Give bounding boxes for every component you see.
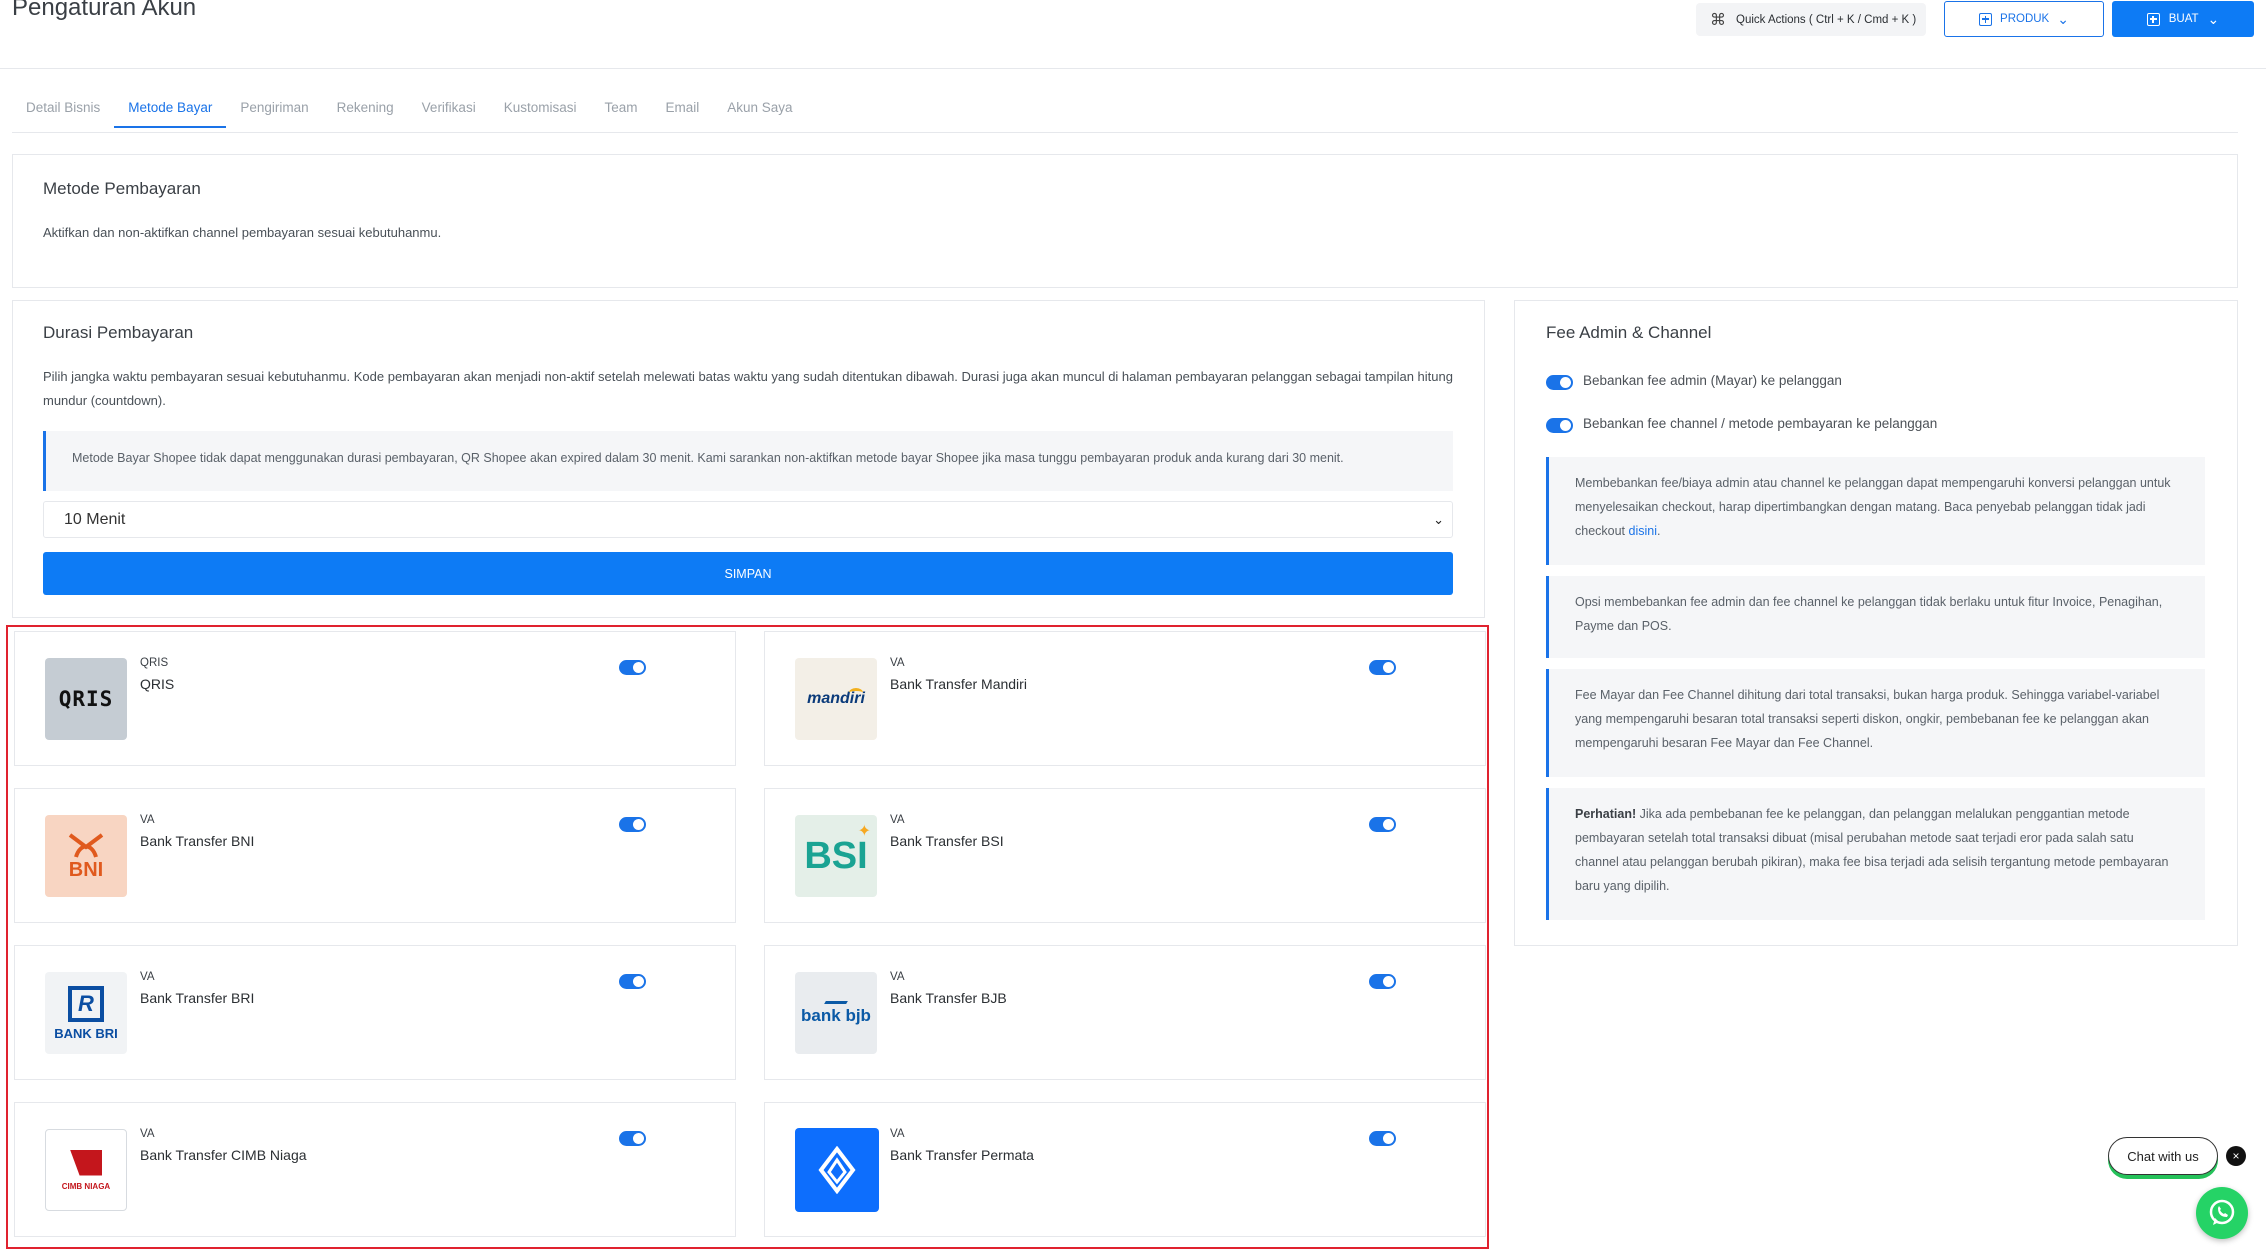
durasi-description: Pilih jangka waktu pembayaran sesuai keb… [43,369,1453,408]
shopee-alert: Metode Bayar Shopee tidak dapat mengguna… [43,431,1453,491]
page-header: Pengaturan Akun ⌘ Quick Actions ( Ctrl +… [0,0,2266,69]
chevron-down-icon: ⌄ [1433,512,1444,527]
tab-metode-bayar[interactable]: Metode Bayar [114,96,227,128]
command-icon: ⌘ [1710,11,1726,29]
highlight-box [6,625,1489,1249]
buat-label: BUAT [2168,13,2199,25]
buat-button[interactable]: BUAT ⌄ [2112,1,2254,37]
chevron-down-icon: ⌄ [2207,11,2220,27]
plus-square-icon [1979,12,1993,26]
quick-actions-button[interactable]: ⌘ Quick Actions ( Ctrl + K / Cmd + K ) [1696,3,1926,36]
chat-with-us-bubble[interactable]: Chat with us [2108,1137,2218,1175]
fee-title: Fee Admin & Channel [1546,323,1712,342]
fee-channel-label: Bebankan fee channel / metode pembayaran… [1583,416,1938,431]
tab-detail-bisnis[interactable]: Detail Bisnis [12,96,114,128]
durasi-title: Durasi Pembayaran [43,323,194,342]
fee-channel-toggle[interactable] [1546,418,1573,433]
durasi-select-value: 10 Menit [64,510,126,528]
fee-admin-label: Bebankan fee admin (Mayar) ke pelanggan [1583,373,1842,388]
simpan-button[interactable]: SIMPAN [43,552,1453,595]
quick-actions-label: Quick Actions ( Ctrl + K / Cmd + K ) [1736,13,1917,26]
fee-note-conversion: Membebankan fee/biaya admin atau channel… [1546,457,2205,565]
tab-team[interactable]: Team [590,96,651,128]
produk-button[interactable]: PRODUK ⌄ [1944,1,2104,37]
metode-pembayaran-card: Metode Pembayaran Aktifkan dan non-aktif… [12,154,2238,288]
durasi-pembayaran-card: Durasi Pembayaran Pilih jangka waktu pem… [12,300,1485,618]
page-title: Pengaturan Akun [12,0,197,21]
fee-note-warning: Perhatian! Jika ada pembebanan fee ke pe… [1546,788,2205,920]
disini-link[interactable]: disini [1629,524,1658,538]
settings-tabs: Detail Bisnis Metode Bayar Pengiriman Re… [12,96,2238,133]
produk-label: PRODUK [2000,13,2050,25]
plus-square-icon [2146,12,2160,26]
metode-pembayaran-description: Aktifkan dan non-aktifkan channel pembay… [43,225,442,240]
whatsapp-button[interactable] [2196,1187,2248,1239]
tab-email[interactable]: Email [652,96,714,128]
whatsapp-icon [2209,1199,2235,1225]
fee-note-conversion-text: Membebankan fee/biaya admin atau channel… [1575,476,2171,538]
fee-note-exception: Opsi membebankan fee admin dan fee chann… [1546,576,2205,658]
durasi-select[interactable]: 10 Menit ⌄ [43,501,1453,538]
close-icon[interactable]: × [2226,1146,2246,1166]
fee-note-warning-text: Jika ada pembebanan fee ke pelanggan, da… [1575,807,2169,893]
tab-rekening[interactable]: Rekening [323,96,408,128]
metode-pembayaran-title: Metode Pembayaran [43,179,201,198]
fee-admin-channel-card: Fee Admin & Channel Bebankan fee admin (… [1514,300,2238,946]
tab-kustomisasi[interactable]: Kustomisasi [490,96,591,128]
tab-verifikasi[interactable]: Verifikasi [408,96,490,128]
warning-label: Perhatian! [1575,807,1637,821]
fee-admin-toggle[interactable] [1546,375,1573,390]
tab-akun-saya[interactable]: Akun Saya [713,96,806,128]
chevron-down-icon: ⌄ [2057,11,2069,27]
tab-pengiriman[interactable]: Pengiriman [226,96,322,128]
fee-note-calculation: Fee Mayar dan Fee Channel dihitung dari … [1546,669,2205,777]
